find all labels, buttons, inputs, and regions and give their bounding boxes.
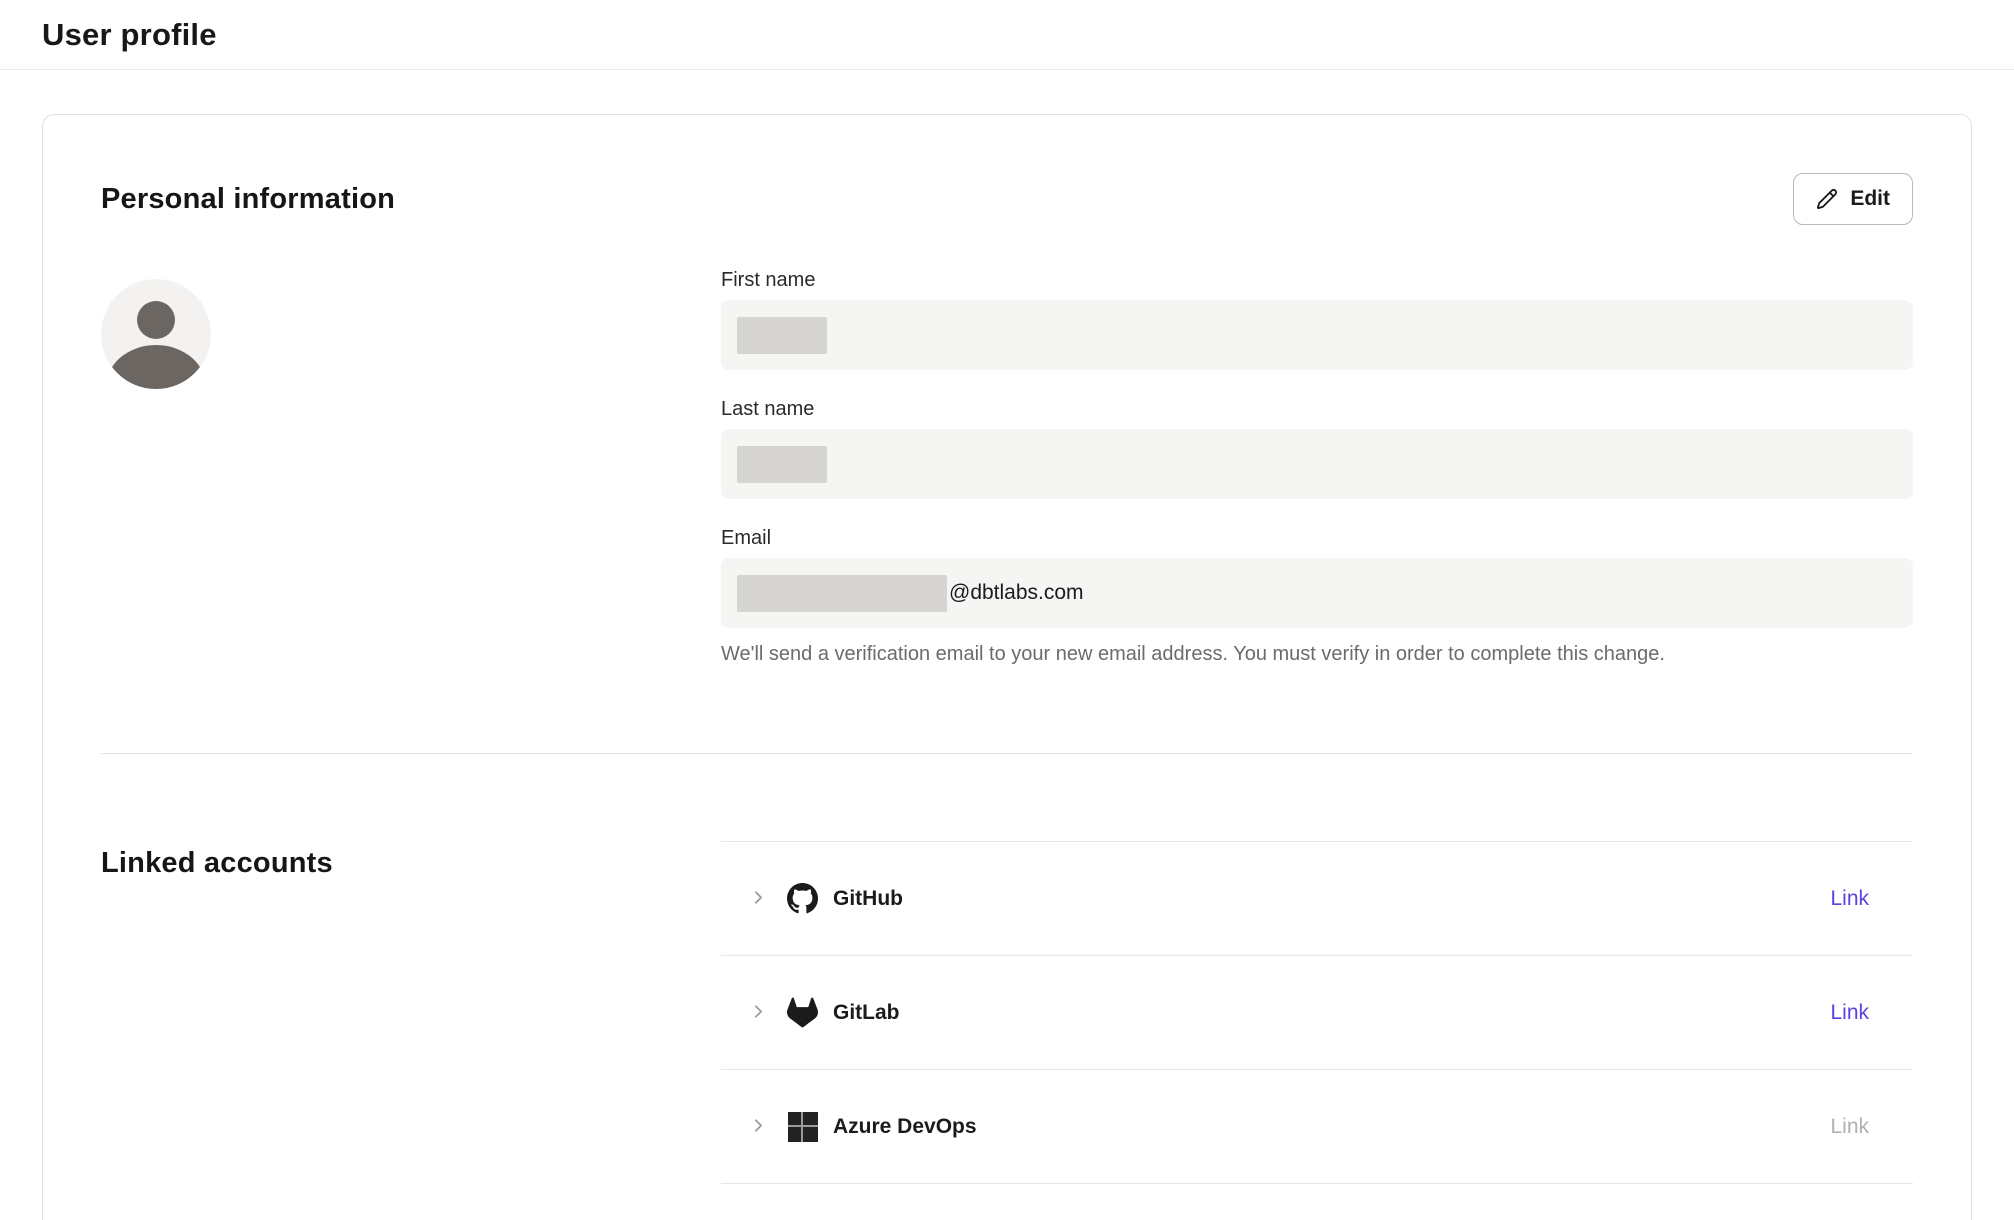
account-name: GitLab	[833, 1001, 900, 1025]
personal-information-section: Personal information Edit	[101, 173, 1913, 754]
redacted-value	[737, 446, 827, 483]
redacted-value	[737, 575, 947, 612]
email-domain-text: @dbtlabs.com	[949, 581, 1084, 605]
last-name-field-group: Last name	[721, 396, 1913, 499]
pencil-icon	[1816, 188, 1838, 210]
account-row-azure-devops: Azure DevOps Link	[721, 1070, 1913, 1184]
last-name-field	[721, 429, 1913, 499]
email-helper-text: We'll send a verification email to your …	[721, 641, 1913, 667]
account-row-gitlab: GitLab Link	[721, 956, 1913, 1070]
account-row-github: GitHub Link	[721, 842, 1913, 956]
page-header: User profile	[0, 0, 2014, 70]
chevron-right-icon	[748, 887, 769, 911]
section-divider	[101, 753, 1913, 754]
expand-row-button[interactable]	[747, 1002, 769, 1024]
email-field-group: Email @dbtlabs.com We'll send a verifica…	[721, 525, 1913, 667]
email-label: Email	[721, 525, 1913, 551]
email-field: @dbtlabs.com	[721, 558, 1913, 628]
account-name: GitHub	[833, 887, 903, 911]
first-name-field	[721, 300, 1913, 370]
expand-row-button[interactable]	[747, 1116, 769, 1138]
personal-information-heading: Personal information	[101, 183, 395, 216]
linked-accounts-section: Linked accounts GitHub Link	[101, 841, 1913, 1184]
github-icon	[787, 883, 818, 914]
first-name-field-group: First name	[721, 267, 1913, 370]
chevron-right-icon	[748, 1001, 769, 1025]
page-title: User profile	[42, 17, 1972, 53]
azure-devops-link-action: Link	[1830, 1115, 1869, 1139]
account-name: Azure DevOps	[833, 1115, 977, 1139]
redacted-value	[737, 317, 827, 354]
linked-accounts-heading: Linked accounts	[101, 841, 721, 880]
linked-accounts-list: GitHub Link GitLab Link	[721, 841, 1913, 1184]
avatar	[101, 376, 211, 393]
github-link-action[interactable]: Link	[1830, 887, 1869, 911]
gitlab-icon	[787, 997, 818, 1028]
edit-button[interactable]: Edit	[1793, 173, 1913, 225]
gitlab-link-action[interactable]: Link	[1830, 1001, 1869, 1025]
chevron-right-icon	[748, 1115, 769, 1139]
last-name-label: Last name	[721, 396, 1913, 422]
profile-card: Personal information Edit	[42, 114, 1972, 1220]
edit-button-label: Edit	[1850, 187, 1890, 211]
first-name-label: First name	[721, 267, 1913, 293]
expand-row-button[interactable]	[747, 888, 769, 910]
azure-devops-icon	[787, 1111, 818, 1142]
